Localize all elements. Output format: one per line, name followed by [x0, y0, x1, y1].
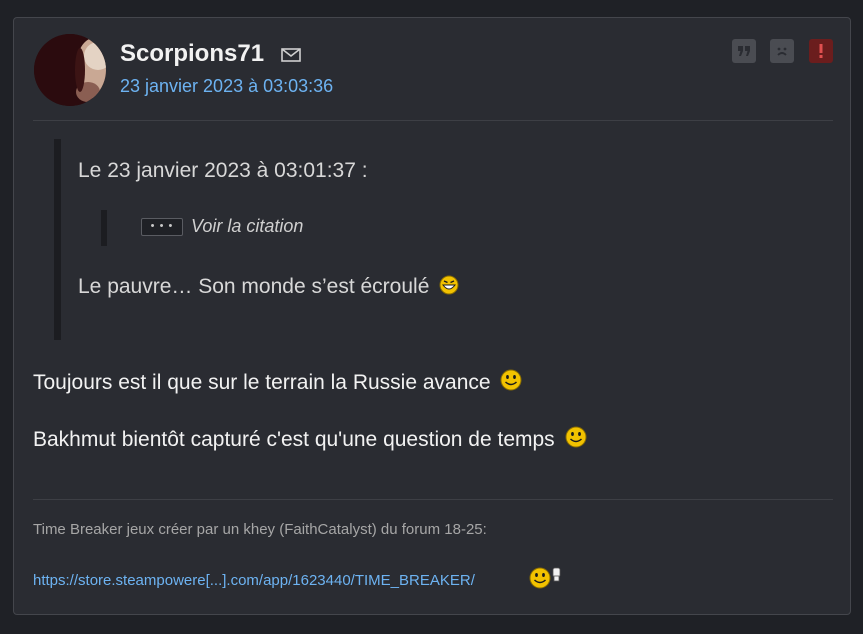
post-text: Bakhmut bientôt capturé c'est qu'une que…: [33, 428, 555, 451]
show-quote-link[interactable]: Voir la citation: [191, 216, 303, 237]
quote-icon: [738, 46, 750, 56]
exclamation-icon: [819, 44, 823, 58]
post-date[interactable]: 23 janvier 2023 à 03:03:36: [120, 76, 333, 97]
avatar[interactable]: [34, 34, 106, 106]
author-name[interactable]: Scorpions71: [120, 40, 264, 68]
report-button[interactable]: [809, 39, 833, 63]
post-body-line: Bakhmut bientôt capturé c'est qu'une que…: [33, 426, 587, 452]
mail-icon[interactable]: [281, 47, 301, 63]
smiley-icon: [565, 426, 587, 448]
sad-face-icon: [777, 47, 787, 56]
quote-header: Le 23 janvier 2023 à 03:01:37 :: [78, 159, 368, 182]
sad-reaction-button[interactable]: [770, 39, 794, 63]
signature-text: Time Breaker jeux créer par un khey (Fai…: [33, 521, 487, 538]
laughing-smiley-icon: [439, 275, 459, 295]
post-body-line: Toujours est il que sur le terrain la Ru…: [33, 369, 522, 395]
quote-text-content: Le pauvre… Son monde s’est écroulé: [78, 275, 430, 298]
quote-text: Le pauvre… Son monde s’est écroulé: [78, 275, 459, 299]
smiley-icon: [500, 369, 522, 391]
quote-block: Le 23 janvier 2023 à 03:01:37 : • • • Vo…: [54, 139, 821, 340]
post-text: Toujours est il que sur le terrain la Ru…: [33, 371, 491, 394]
nested-quote: • • • Voir la citation: [101, 210, 303, 246]
header-divider: [33, 120, 833, 121]
forum-post: Scorpions71 23 janvier 2023 à 03:03:36 L…: [13, 17, 851, 615]
signature-divider: [33, 499, 833, 500]
smiley-thumbs-up-icon: [529, 567, 561, 589]
quote-button[interactable]: [732, 39, 756, 63]
signature-link[interactable]: https://store.steampowere[...].com/app/1…: [33, 572, 475, 589]
expand-quote-button[interactable]: • • •: [141, 218, 183, 236]
